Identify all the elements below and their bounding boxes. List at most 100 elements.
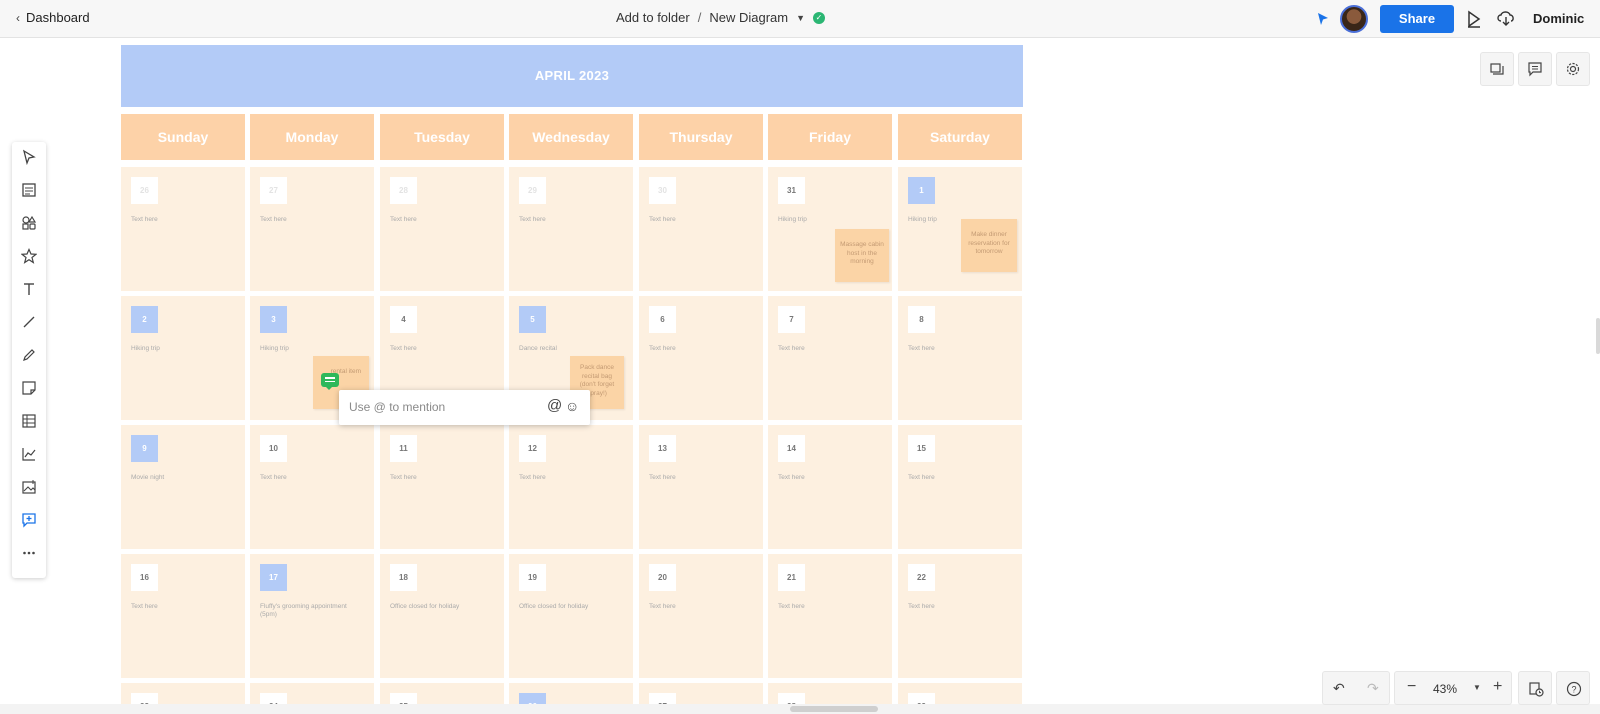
day-event-text[interactable]: Fluffy's grooming appointment (5pm) [260, 603, 364, 619]
calendar-day-cell[interactable]: 17 Fluffy's grooming appointment (5pm) [250, 554, 374, 678]
present-play-icon[interactable] [1466, 10, 1482, 28]
zoom-dropdown-icon[interactable]: ▼ [1473, 683, 1481, 692]
day-event-text[interactable]: Text here [649, 216, 753, 224]
calendar-day-cell[interactable]: 19 Office closed for holiday [509, 554, 633, 678]
mention-icon[interactable]: @ [547, 397, 562, 414]
day-header-sunday[interactable]: Sunday [121, 114, 245, 160]
comment-marker-icon[interactable] [321, 373, 339, 390]
day-event-text[interactable]: Hiking trip [778, 216, 882, 224]
day-event-text[interactable]: Office closed for holiday [390, 603, 494, 611]
vertical-scroll-handle[interactable] [1596, 318, 1600, 354]
calendar-day-cell[interactable]: 9 Movie night [121, 425, 245, 549]
day-event-text[interactable]: Text here [390, 345, 494, 353]
calendar-day-cell[interactable]: 29 Text here [509, 167, 633, 291]
day-event-text[interactable]: Dance recital [519, 345, 623, 353]
calendar-day-cell[interactable]: 21 Text here [768, 554, 892, 678]
sticky-note[interactable]: Make dinner reservation for tomorrow [961, 219, 1017, 272]
day-event-text[interactable]: Office closed for holiday [519, 603, 623, 611]
undo-icon[interactable]: ↶ [1333, 680, 1345, 697]
comments-icon[interactable] [1518, 52, 1552, 86]
calendar-day-cell[interactable]: 26 Text here [121, 167, 245, 291]
calendar-day-cell[interactable]: 7 Text here [768, 296, 892, 420]
back-to-dashboard-link[interactable]: ‹ Dashboard [16, 10, 90, 25]
calendar-day-cell[interactable]: 20 Text here [639, 554, 763, 678]
sticky-note-icon[interactable] [19, 378, 39, 398]
cloud-download-icon[interactable] [1496, 9, 1516, 27]
day-event-text[interactable]: Text here [260, 216, 364, 224]
zoom-in-button[interactable]: + [1493, 678, 1502, 696]
horizontal-scroll-handle[interactable] [790, 706, 878, 712]
day-event-text[interactable]: Movie night [131, 474, 235, 482]
image-icon[interactable] [19, 477, 39, 497]
day-event-text[interactable]: Text here [649, 474, 753, 482]
line-icon[interactable] [19, 312, 39, 332]
day-event-text[interactable]: Hiking trip [131, 345, 235, 353]
day-event-text[interactable]: Text here [649, 345, 753, 353]
avatar[interactable] [1340, 5, 1368, 33]
star-icon[interactable] [19, 246, 39, 266]
calendar-day-cell[interactable]: 16 Text here [121, 554, 245, 678]
day-event-text[interactable]: Text here [390, 474, 494, 482]
template-icon[interactable] [19, 180, 39, 200]
calendar-day-cell[interactable]: 10 Text here [250, 425, 374, 549]
caret-down-icon[interactable]: ▼ [796, 13, 805, 23]
day-event-text[interactable]: Text here [908, 345, 1012, 353]
day-event-text[interactable]: Text here [908, 474, 1012, 482]
day-event-text[interactable]: Text here [390, 216, 494, 224]
day-event-text[interactable]: Text here [260, 474, 364, 482]
day-header-saturday[interactable]: Saturday [898, 114, 1022, 160]
day-event-text[interactable]: Text here [519, 474, 623, 482]
day-event-text[interactable]: Text here [649, 603, 753, 611]
day-event-text[interactable]: Text here [519, 216, 623, 224]
day-event-text[interactable]: Text here [131, 603, 235, 611]
calendar-day-cell[interactable]: 28 Text here [380, 167, 504, 291]
month-title[interactable]: APRIL 2023 [121, 45, 1023, 107]
redo-icon[interactable]: ↷ [1367, 680, 1379, 697]
day-event-text[interactable]: Hiking trip [260, 345, 364, 353]
day-header-friday[interactable]: Friday [768, 114, 892, 160]
day-header-thursday[interactable]: Thursday [639, 114, 763, 160]
day-event-text[interactable]: Text here [778, 603, 882, 611]
user-name[interactable]: Dominic [1533, 11, 1584, 26]
comment-input[interactable] [349, 398, 539, 416]
calendar-day-cell[interactable]: 6 Text here [639, 296, 763, 420]
day-header-tuesday[interactable]: Tuesday [380, 114, 504, 160]
calendar-day-cell[interactable]: 8 Text here [898, 296, 1022, 420]
share-button[interactable]: Share [1380, 5, 1454, 33]
add-to-folder-link[interactable]: Add to folder [616, 10, 690, 25]
pen-icon[interactable] [19, 345, 39, 365]
calendar-day-cell[interactable]: 27 Text here [250, 167, 374, 291]
calendar-day-cell[interactable]: 12 Text here [509, 425, 633, 549]
day-header-monday[interactable]: Monday [250, 114, 374, 160]
calendar-day-cell[interactable]: 22 Text here [898, 554, 1022, 678]
zoom-level[interactable]: 43% [1433, 682, 1457, 696]
calendar-day-cell[interactable]: 14 Text here [768, 425, 892, 549]
more-icon[interactable] [19, 543, 39, 563]
day-event-text[interactable]: Text here [908, 603, 1012, 611]
calendar-day-cell[interactable]: 13 Text here [639, 425, 763, 549]
calendar-day-cell[interactable]: 11 Text here [380, 425, 504, 549]
calendar-day-cell[interactable]: 2 Hiking trip [121, 296, 245, 420]
emoji-icon[interactable]: ☺ [565, 398, 579, 414]
calendar-day-cell[interactable]: 30 Text here [639, 167, 763, 291]
shapes-icon[interactable] [19, 213, 39, 233]
chart-icon[interactable] [19, 444, 39, 464]
layers-icon[interactable] [1480, 52, 1514, 86]
sticky-note[interactable]: Massage cabin host in the morning [835, 229, 889, 282]
text-icon[interactable] [19, 279, 39, 299]
zoom-out-button[interactable]: − [1407, 678, 1416, 696]
pointer-icon[interactable] [19, 147, 39, 167]
help-button[interactable]: ? [1556, 671, 1590, 705]
calendar-day-cell[interactable]: 18 Office closed for holiday [380, 554, 504, 678]
diagram-name[interactable]: New Diagram [709, 10, 788, 25]
day-event-text[interactable]: Text here [778, 345, 882, 353]
cursor-pointer-icon[interactable] [1316, 12, 1330, 26]
day-event-text[interactable]: Text here [131, 216, 235, 224]
history-button[interactable] [1518, 671, 1552, 705]
table-icon[interactable] [19, 411, 39, 431]
day-event-text[interactable]: Text here [778, 474, 882, 482]
day-header-wednesday[interactable]: Wednesday [509, 114, 633, 160]
settings-icon[interactable] [1556, 52, 1590, 86]
comment-add-icon[interactable] [19, 510, 39, 530]
calendar-day-cell[interactable]: 15 Text here [898, 425, 1022, 549]
